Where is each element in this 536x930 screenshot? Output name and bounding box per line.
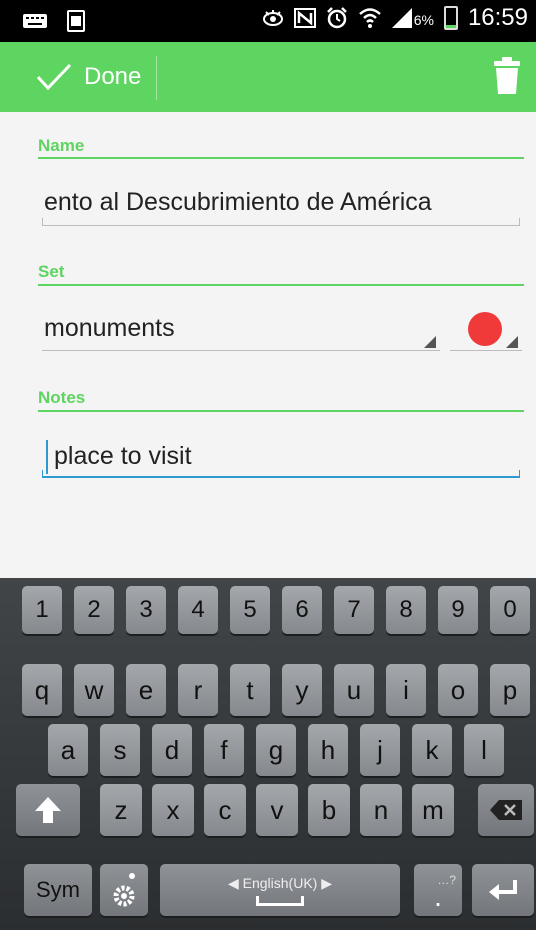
number-key-3[interactable]: 3 [126, 586, 166, 634]
letter-key-m[interactable]: m [412, 784, 454, 836]
letter-key-b[interactable]: b [308, 784, 350, 836]
letter-key-x[interactable]: x [152, 784, 194, 836]
signal-icon [391, 8, 412, 28]
alarm-icon [326, 7, 347, 29]
enter-key[interactable] [472, 864, 534, 916]
backspace-icon [490, 800, 522, 820]
name-input[interactable]: ento al Descubrimiento de América [44, 188, 520, 217]
notes-divider [38, 410, 524, 412]
number-key-6[interactable]: 6 [282, 586, 322, 634]
backspace-key[interactable] [478, 784, 534, 836]
number-key-8[interactable]: 8 [386, 586, 426, 634]
letter-key-e[interactable]: e [126, 664, 166, 716]
number-key-2[interactable]: 2 [74, 586, 114, 634]
letter-key-l[interactable]: l [464, 724, 504, 776]
notes-input-underline [42, 470, 520, 478]
number-key-0[interactable]: 0 [490, 586, 530, 634]
name-divider [38, 157, 524, 159]
letter-key-a[interactable]: a [48, 724, 88, 776]
keyboard-icon [23, 14, 47, 28]
set-divider [38, 284, 524, 286]
action-bar: Done [0, 42, 536, 112]
shift-key[interactable] [16, 784, 80, 836]
letter-key-o[interactable]: o [438, 664, 478, 716]
letter-key-r[interactable]: r [178, 664, 218, 716]
set-value: monuments [44, 314, 175, 342]
language-name: English(UK) [242, 874, 318, 891]
sym-key[interactable]: Sym [24, 864, 92, 916]
letter-key-n[interactable]: n [360, 784, 402, 836]
color-swatch-icon [468, 312, 502, 346]
letter-key-d[interactable]: d [152, 724, 192, 776]
number-key-9[interactable]: 9 [438, 586, 478, 634]
letter-key-h[interactable]: h [308, 724, 348, 776]
number-key-4[interactable]: 4 [178, 586, 218, 634]
letter-key-j[interactable]: j [360, 724, 400, 776]
done-button[interactable]: Done [0, 42, 156, 112]
text-cursor [46, 440, 48, 474]
nfc-icon [293, 8, 316, 28]
screenshot-icon [67, 10, 85, 32]
edit-form: Name ento al Descubrimiento de América S… [0, 112, 536, 578]
name-label: Name [38, 136, 85, 155]
space-key[interactable]: ◀ English(UK) ▶ [160, 864, 400, 916]
letter-key-g[interactable]: g [256, 724, 296, 776]
number-key-7[interactable]: 7 [334, 586, 374, 634]
letter-key-p[interactable]: p [490, 664, 530, 716]
enter-icon [489, 880, 517, 900]
space-bar-icon [256, 895, 304, 906]
notes-label: Notes [38, 388, 86, 407]
letter-key-k[interactable]: k [412, 724, 452, 776]
trash-icon[interactable] [492, 56, 522, 96]
notes-input[interactable]: place to visit [54, 442, 192, 471]
set-spinner[interactable]: monuments [42, 310, 440, 354]
soft-keyboard: Sym ◀ English(UK) ▶ …? . 1234567890 qwert… [0, 578, 536, 930]
check-icon [36, 63, 72, 91]
name-input-underline [42, 218, 520, 226]
letter-key-s[interactable]: s [100, 724, 140, 776]
letter-key-q[interactable]: q [22, 664, 62, 716]
done-label: Done [84, 63, 142, 90]
wifi-icon [358, 8, 381, 28]
letter-key-v[interactable]: v [256, 784, 298, 836]
letter-key-y[interactable]: y [282, 664, 322, 716]
sym-key-label: Sym [36, 877, 80, 902]
set-label: Set [38, 262, 65, 281]
action-bar-divider [156, 56, 157, 100]
eye-icon [262, 10, 283, 26]
color-picker-underline [450, 350, 522, 351]
set-spinner-arrow-icon [424, 336, 436, 348]
letter-key-w[interactable]: w [74, 664, 114, 716]
number-key-1[interactable]: 1 [22, 586, 62, 634]
color-picker-arrow-icon [506, 336, 518, 348]
language-label: ◀ English(UK) ▶ [227, 874, 332, 891]
status-bar: 6% 16:59 [0, 0, 536, 42]
number-key-5[interactable]: 5 [230, 586, 270, 634]
battery-icon [443, 6, 458, 30]
settings-key[interactable] [100, 864, 148, 916]
color-picker[interactable] [450, 310, 522, 354]
battery-percent: 6% [413, 12, 434, 28]
gear-icon [113, 873, 135, 907]
shift-arrow-icon [35, 797, 61, 823]
period-key[interactable]: …? . [414, 864, 462, 916]
letter-key-u[interactable]: u [334, 664, 374, 716]
letter-key-z[interactable]: z [100, 784, 142, 836]
letter-key-c[interactable]: c [204, 784, 246, 836]
set-spinner-underline [42, 350, 440, 351]
period-label: . [434, 881, 442, 912]
letter-key-t[interactable]: t [230, 664, 270, 716]
letter-key-f[interactable]: f [204, 724, 244, 776]
status-time: 16:59 [467, 4, 528, 31]
letter-key-i[interactable]: i [386, 664, 426, 716]
